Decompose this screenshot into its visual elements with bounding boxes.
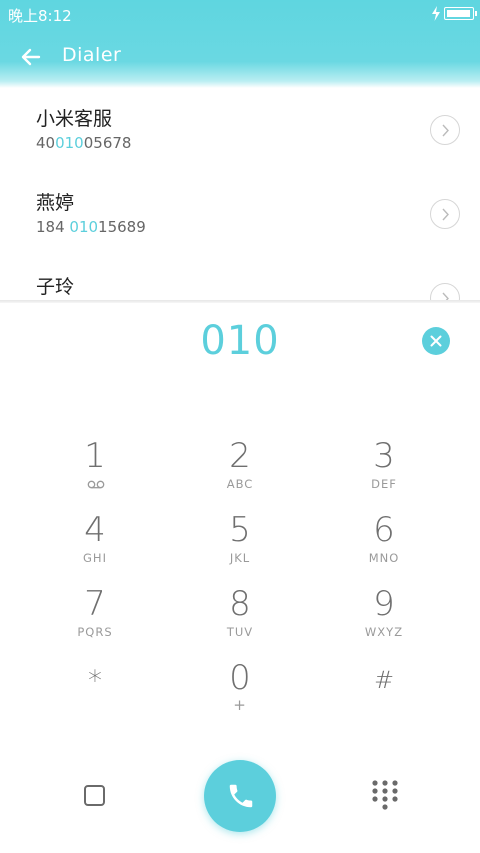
number-suffix: 05678 (83, 134, 132, 152)
number-match: 010 (69, 218, 99, 236)
contact-detail-button[interactable] (430, 199, 460, 229)
arrow-left-icon[interactable] (18, 44, 44, 70)
dialpad-icon[interactable] (372, 780, 398, 812)
voicemail-icon (87, 480, 105, 489)
clear-button[interactable] (422, 327, 450, 355)
key-letters: GHI (83, 551, 107, 565)
app-bar: Dialer (0, 30, 480, 84)
key-6[interactable]: 6 MNO (324, 502, 444, 572)
key-digit: 2 (229, 436, 251, 476)
key-digit: # (373, 666, 395, 694)
key-1[interactable]: 1 (35, 428, 155, 498)
contact-name: 小米客服 (36, 108, 113, 130)
key-hash[interactable]: # (324, 650, 444, 720)
contact-name: 子玲 (36, 276, 75, 298)
contact-name: 燕婷 (36, 192, 75, 214)
key-letters: TUV (226, 625, 254, 639)
key-letters: DEF (371, 477, 397, 491)
charging-icon (432, 6, 440, 21)
phone-icon (229, 784, 253, 808)
key-digit: 0 (229, 658, 251, 698)
key-8[interactable]: 8 TUV (180, 576, 300, 646)
number-prefix: 184 (36, 218, 70, 236)
key-letters: WXYZ (364, 625, 404, 639)
header: 晚上8:12 Dialer (0, 0, 480, 88)
key-7[interactable]: 7 PQRS (35, 576, 155, 646)
key-9[interactable]: 9 WXYZ (324, 576, 444, 646)
page-title: Dialer (62, 44, 122, 66)
key-digit: 1 (84, 436, 106, 476)
key-star[interactable]: * (35, 650, 155, 720)
contact-detail-button[interactable] (430, 115, 460, 145)
number-suffix: 15689 (98, 218, 146, 236)
number-prefix: 40 (36, 134, 56, 152)
key-letters: PQRS (77, 625, 113, 639)
chevron-right-icon (442, 208, 449, 221)
key-digit: 3 (373, 436, 395, 476)
contact-item[interactable]: 小米客服 4001005678 (0, 96, 480, 180)
contact-number: 184 01015689 (36, 218, 146, 236)
divider (0, 300, 480, 303)
key-4[interactable]: 4 GHI (35, 502, 155, 572)
dial-input: 010 (200, 318, 280, 364)
key-3[interactable]: 3 DEF (324, 428, 444, 498)
status-bar: 晚上8:12 (0, 0, 480, 30)
key-5[interactable]: 5 JKL (180, 502, 300, 572)
contact-list: 小米客服 4001005678 燕婷 184 01015689 子玲 (0, 96, 480, 302)
battery-icon (444, 7, 477, 20)
key-2[interactable]: 2 ABC (180, 428, 300, 498)
status-time: 晚上8:12 (8, 7, 72, 25)
call-button[interactable] (204, 760, 276, 832)
clear-icon (430, 335, 442, 347)
key-digit: 8 (229, 584, 251, 624)
chevron-right-icon (442, 124, 449, 137)
contact-number: 4001005678 (36, 134, 131, 152)
contact-item[interactable]: 燕婷 184 01015689 (0, 180, 480, 264)
key-digit: 7 (84, 584, 106, 624)
square-icon[interactable] (84, 785, 105, 806)
key-letters: JKL (229, 551, 251, 565)
key-digit: 9 (373, 584, 395, 624)
key-digit: * (88, 664, 102, 697)
key-0[interactable]: 0 + (180, 650, 300, 720)
key-digit: 4 (84, 510, 106, 550)
battery-fill (447, 10, 470, 17)
key-digit: 5 (229, 510, 251, 550)
contact-item[interactable]: 子玲 (0, 264, 480, 302)
key-letters: + (233, 696, 247, 714)
key-digit: 6 (373, 510, 395, 550)
key-letters: MNO (368, 551, 400, 565)
number-match: 010 (55, 134, 84, 152)
key-letters: ABC (226, 477, 254, 491)
